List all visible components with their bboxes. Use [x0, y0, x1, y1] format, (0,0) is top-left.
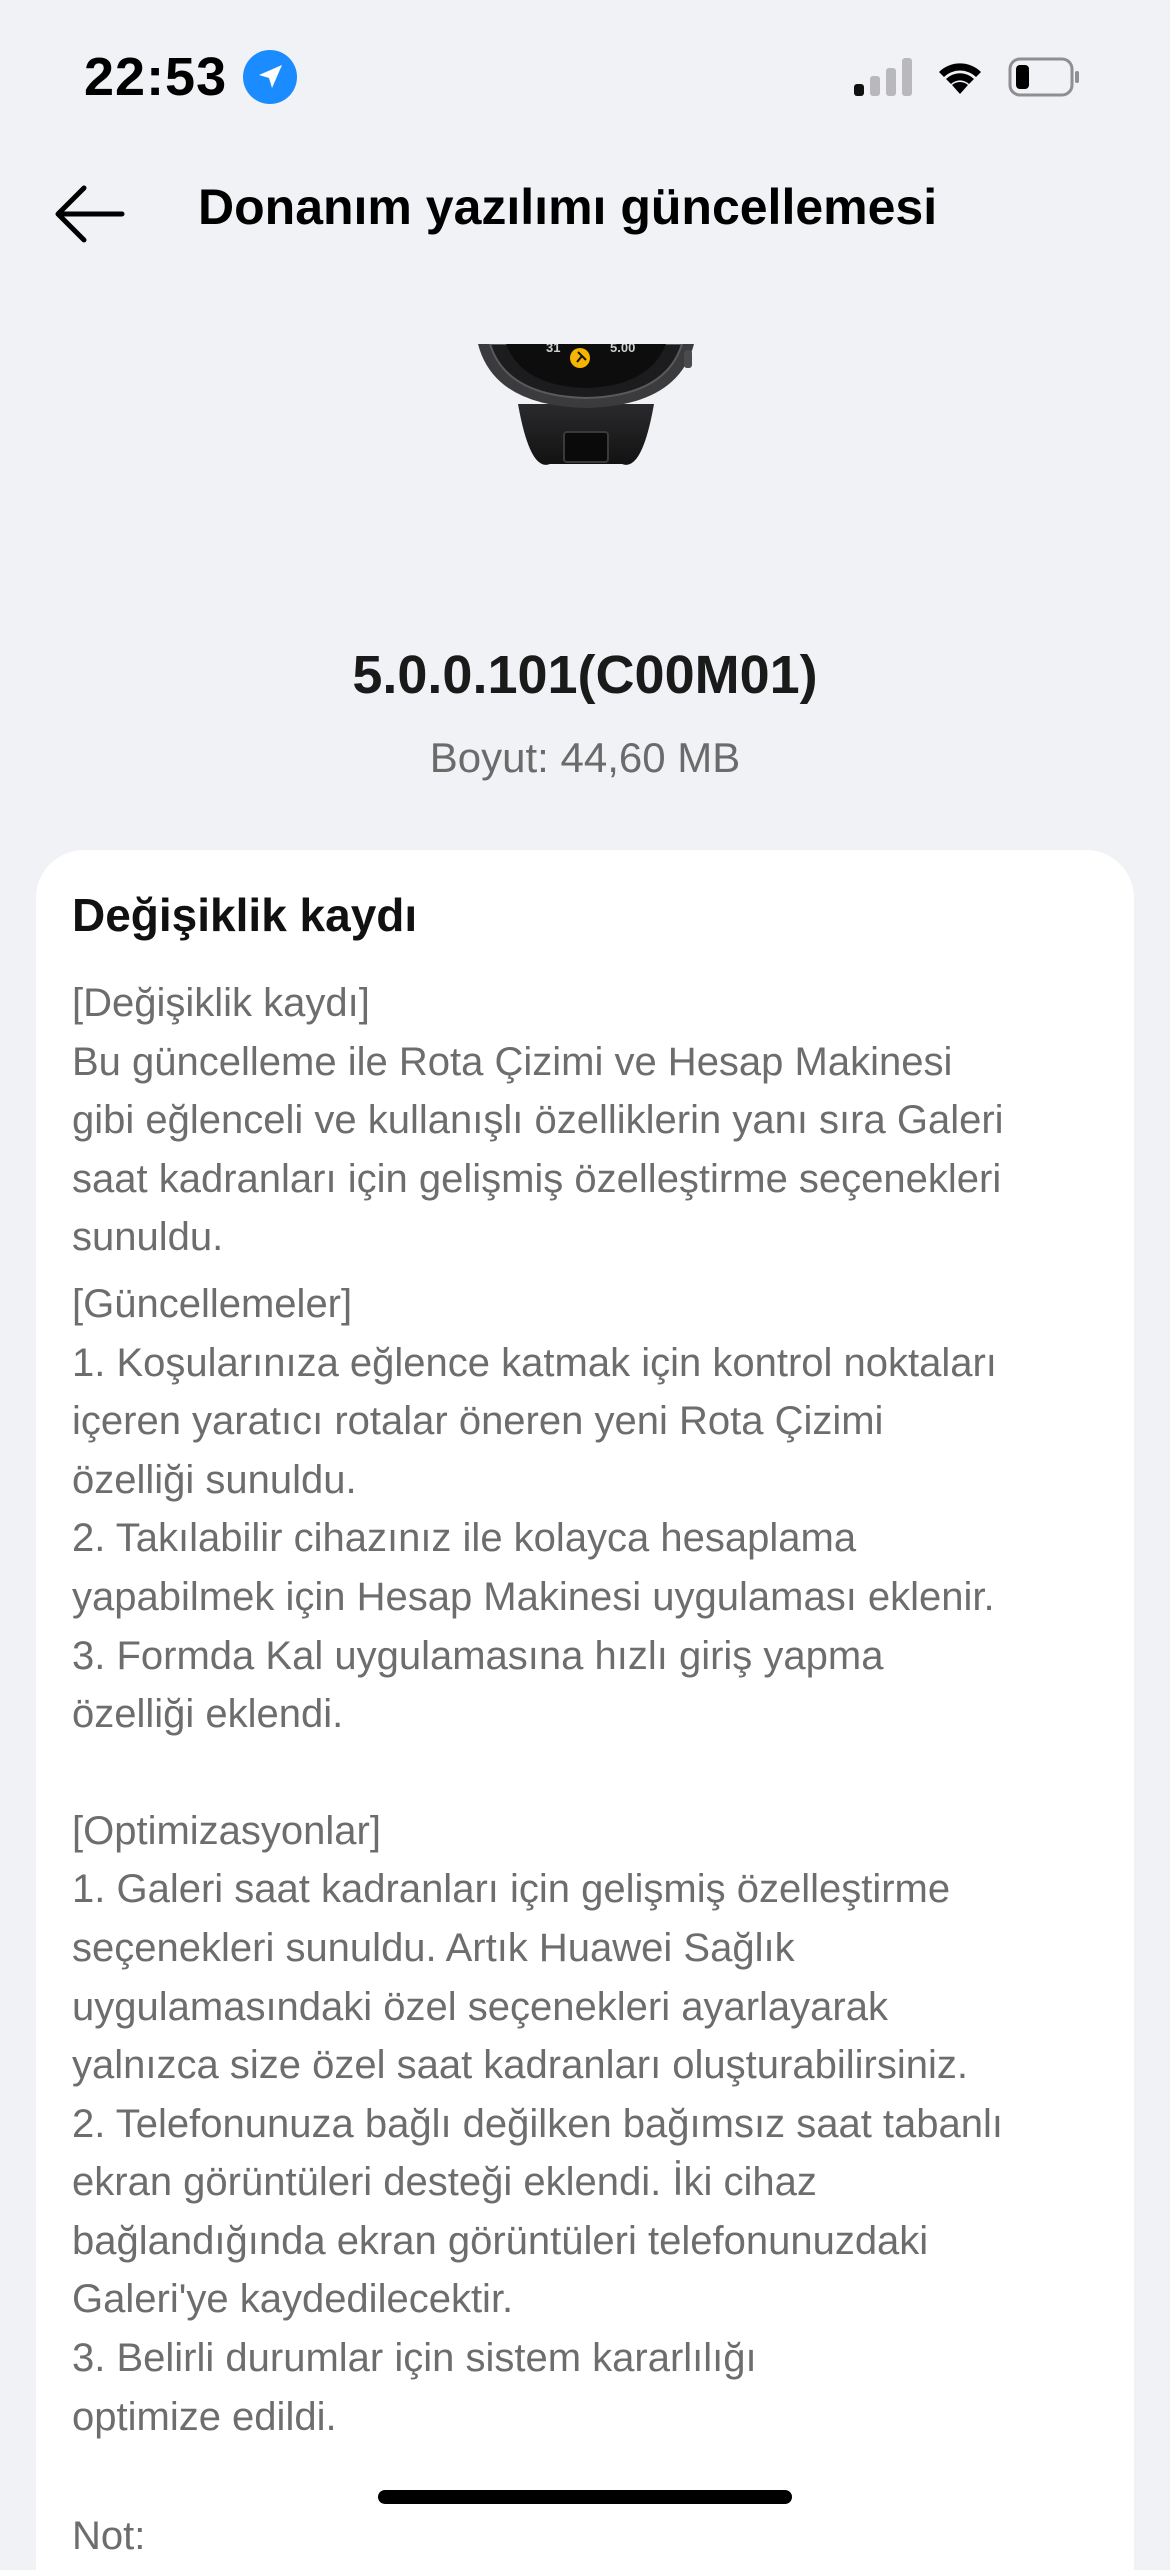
- optimizations-tag: [Optimizasyonlar]: [72, 1808, 381, 1853]
- changelog-body: [Değişiklik kaydı] Bu güncelleme ile Rot…: [72, 974, 1132, 2446]
- changelog-intro: Bu güncelleme ile Rota Çizimi ve Hesap M…: [72, 1039, 1004, 1260]
- status-time: 22:53: [84, 47, 228, 107]
- firmware-size: Boyut: 44,60 MB: [429, 734, 741, 781]
- optimizations-list: 1. Galeri saat kadranları için gelişmiş …: [72, 1867, 1004, 2439]
- updates-list: 1. Koşularınıza eğlence katmak için kont…: [72, 1340, 997, 1737]
- watch-image: 31 5.00: [478, 340, 694, 474]
- note-label: Not:: [72, 2514, 146, 2558]
- location-arrow-icon: [243, 50, 297, 104]
- battery-low-icon: [1008, 56, 1079, 98]
- back-button[interactable]: [48, 172, 132, 256]
- page-title: Donanım yazılımı güncellemesi: [198, 179, 938, 235]
- wifi-icon: [934, 56, 986, 101]
- cellular-signal-icon: [854, 58, 914, 96]
- status-bar: 22:53: [0, 0, 1170, 150]
- changelog-title: Değişiklik kaydı: [72, 889, 418, 941]
- home-indicator[interactable]: [378, 2490, 792, 2504]
- changelog-card[interactable]: Değişiklik kaydı [Değişiklik kaydı] Bu g…: [36, 850, 1134, 2570]
- updates-tag: [Güncellemeler]: [72, 1281, 353, 1326]
- dial-right-value: 5.00: [610, 344, 635, 355]
- changelog-header-tag: [Değişiklik kaydı]: [72, 981, 370, 1025]
- navigation-bar: Donanım yazılımı güncellemesi: [0, 150, 1170, 270]
- firmware-version: 5.0.0.101(C00M01): [352, 645, 818, 705]
- arrow-left-icon: [55, 185, 125, 243]
- dial-left-value: 31: [546, 344, 560, 355]
